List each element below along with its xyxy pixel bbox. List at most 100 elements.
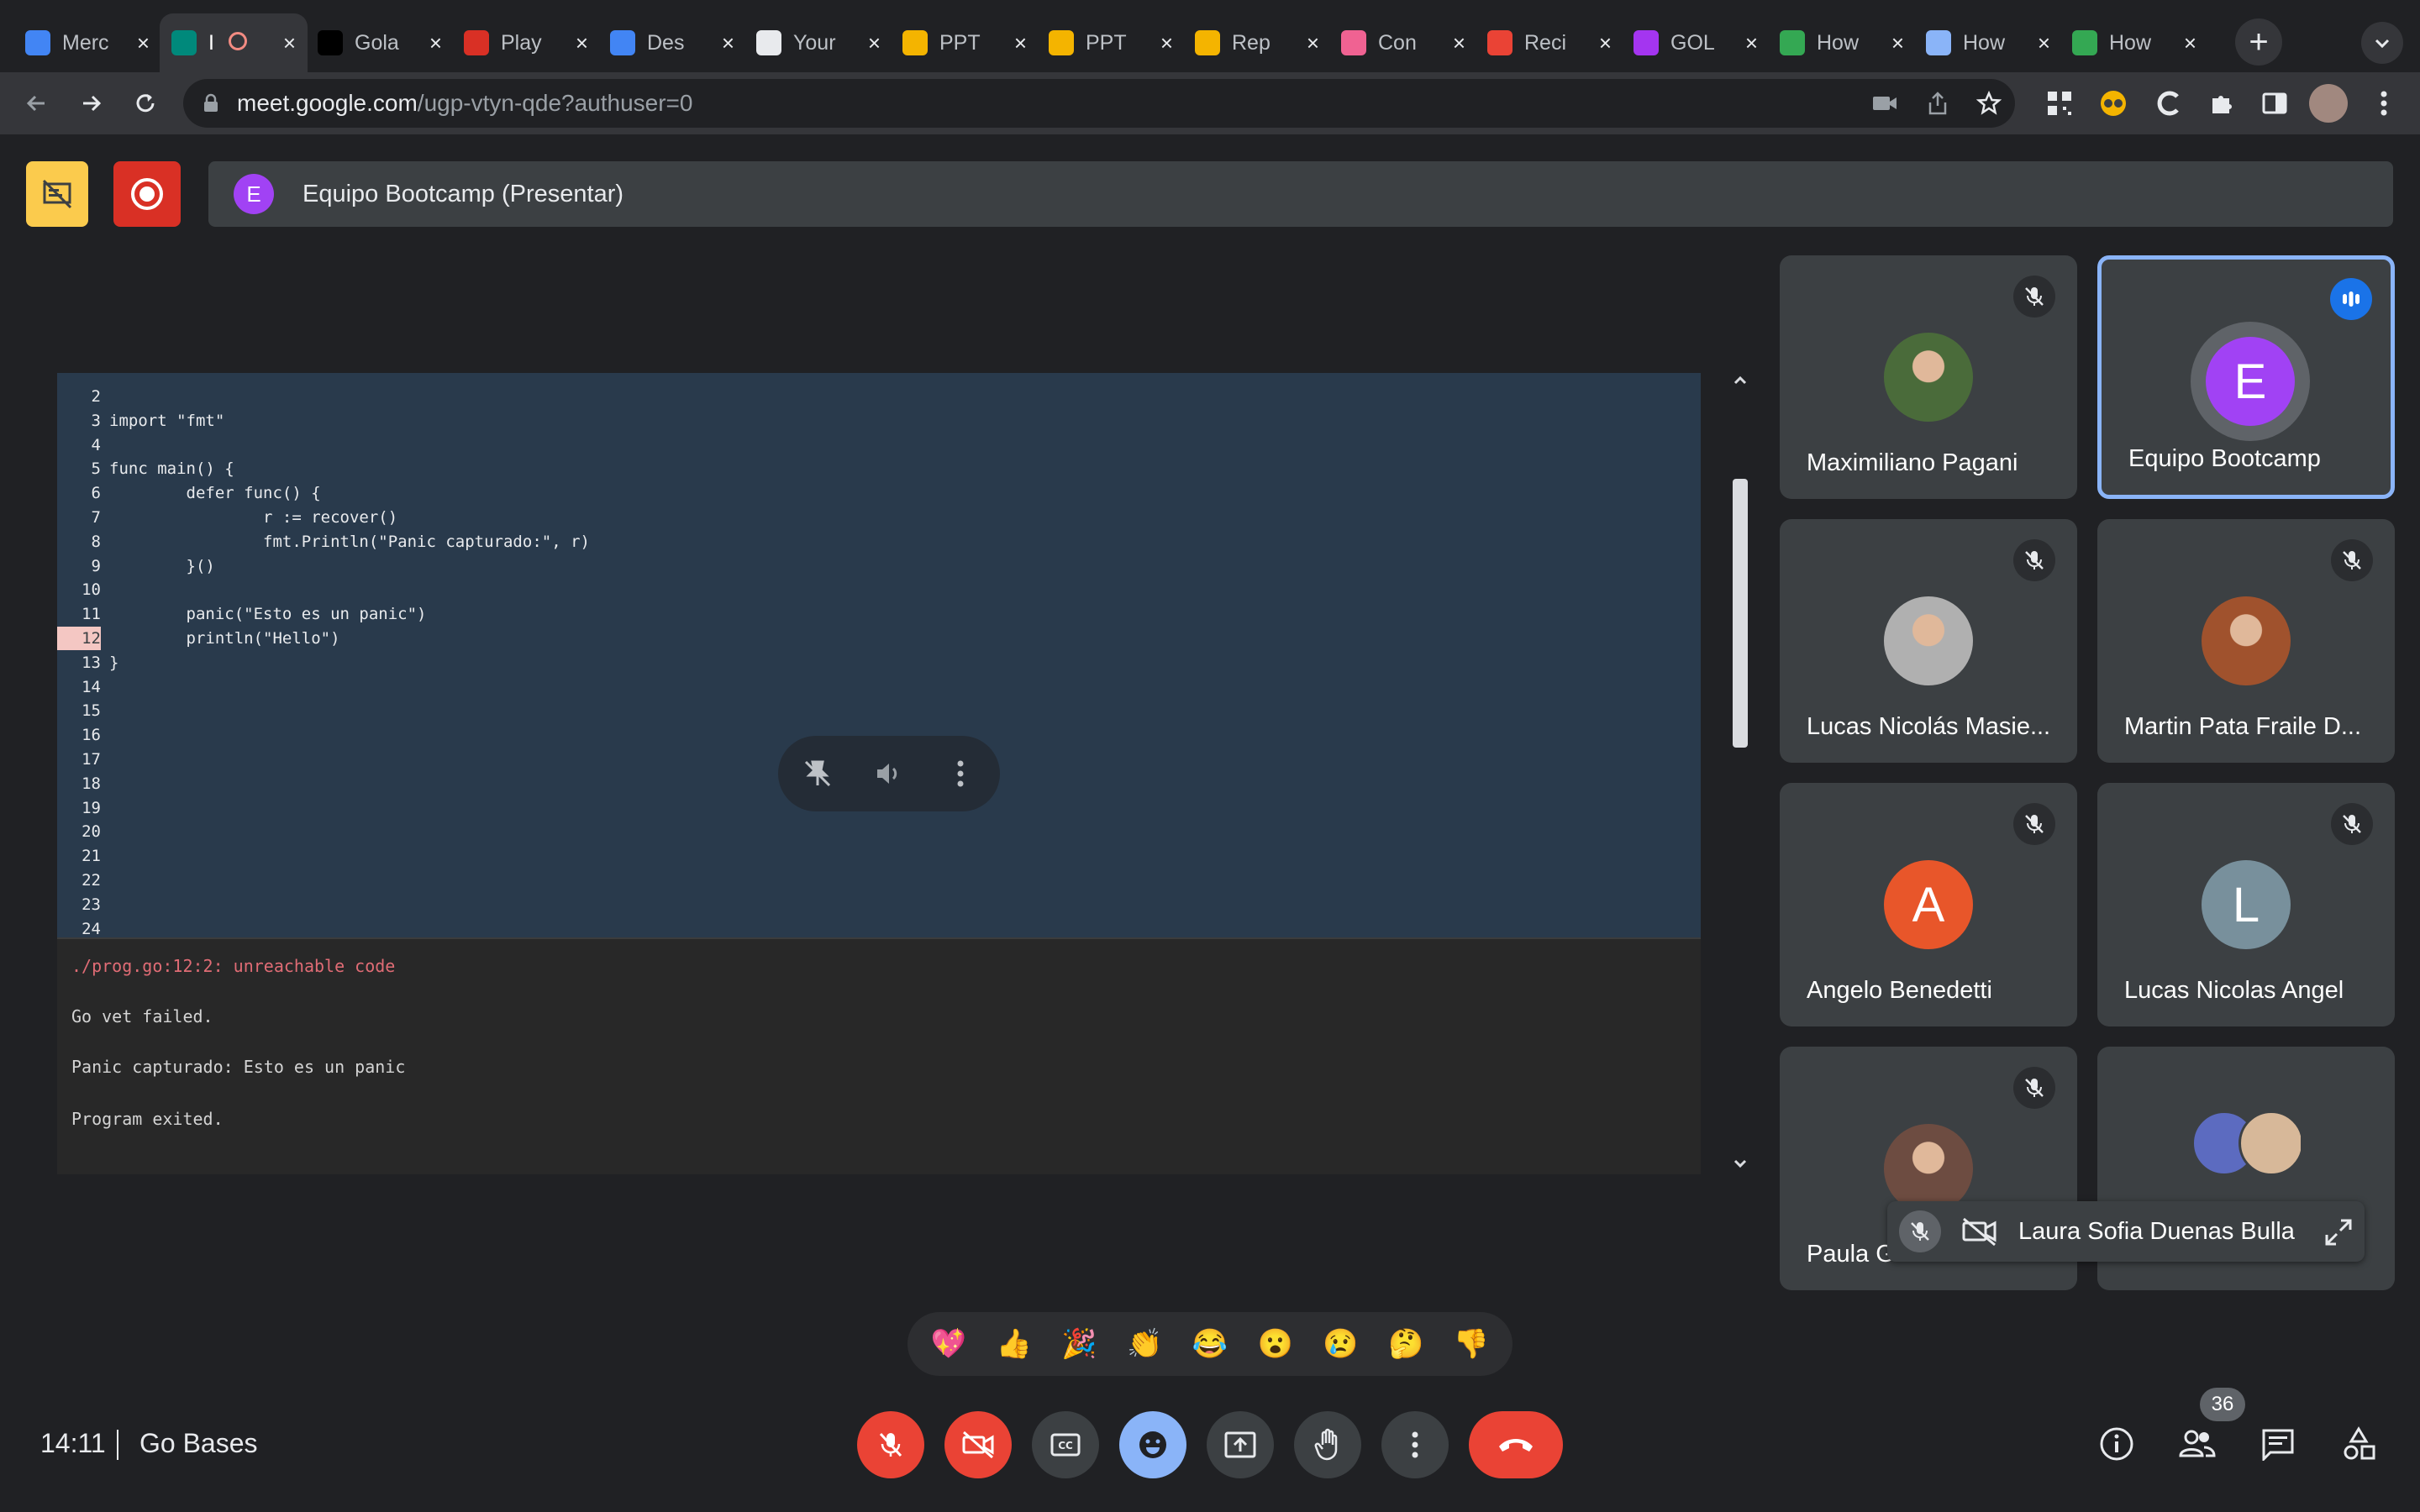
back-button[interactable] xyxy=(17,84,55,123)
browser-tab[interactable]: Play × xyxy=(452,13,600,72)
extension-icon-c[interactable] xyxy=(2153,87,2185,119)
close-icon[interactable]: × xyxy=(1599,30,1612,56)
kebab-menu-icon[interactable] xyxy=(2368,87,2400,119)
more-options-button[interactable] xyxy=(938,751,983,796)
reaction-emoji-button[interactable]: 💖 xyxy=(927,1322,971,1366)
volume-button[interactable] xyxy=(865,751,911,796)
close-icon[interactable]: × xyxy=(1891,30,1904,56)
browser-tab[interactable]: Con × xyxy=(1329,13,1477,72)
expand-icon[interactable] xyxy=(2324,1218,2353,1247)
browser-tab[interactable]: Merc × xyxy=(13,13,161,72)
code-text: r := recover() xyxy=(109,508,398,527)
code-line: 10 xyxy=(57,578,1701,601)
close-icon[interactable]: × xyxy=(1307,30,1319,56)
reaction-emoji-button[interactable]: 🤔 xyxy=(1384,1322,1428,1366)
close-icon[interactable]: × xyxy=(576,30,588,56)
share-icon[interactable] xyxy=(1926,91,1949,116)
reaction-emoji-button[interactable]: 😮 xyxy=(1254,1322,1297,1366)
url-host: meet.google.com xyxy=(237,90,418,116)
presentation-bar: E Equipo Bootcamp (Presentar) xyxy=(208,161,2393,227)
qr-code-icon[interactable] xyxy=(2044,87,2075,119)
people-button[interactable] xyxy=(2176,1423,2218,1465)
browser-tab[interactable]: PPT × xyxy=(891,13,1039,72)
browser-tab[interactable]: Rep × xyxy=(1183,13,1331,72)
more-options-button[interactable] xyxy=(1381,1411,1449,1478)
reaction-emoji-button[interactable]: 🎉 xyxy=(1057,1322,1101,1366)
participant-tile[interactable]: Maximiliano Pagani xyxy=(1780,255,2077,499)
close-icon[interactable]: × xyxy=(1745,30,1758,56)
close-icon[interactable]: × xyxy=(868,30,881,56)
browser-tab[interactable]: Reci × xyxy=(1476,13,1623,72)
scrollbar-thumb[interactable] xyxy=(1733,479,1748,748)
tab-title: Reci xyxy=(1524,30,1567,55)
browser-tab[interactable]: I × xyxy=(160,13,308,72)
recording-indicator-icon xyxy=(229,32,247,50)
side-panel-icon[interactable] xyxy=(2259,87,2291,119)
browser-tab[interactable]: Your × xyxy=(744,13,892,72)
leave-call-button[interactable] xyxy=(1469,1411,1563,1478)
unpin-button[interactable] xyxy=(795,751,840,796)
present-button[interactable] xyxy=(1207,1411,1274,1478)
close-icon[interactable]: × xyxy=(2184,30,2196,56)
participant-tile[interactable]: A Angelo Benedetti xyxy=(1780,783,2077,1026)
extension-icon-glasses[interactable] xyxy=(2097,87,2129,119)
profile-avatar[interactable] xyxy=(2309,84,2348,123)
browser-tab[interactable]: GOL × xyxy=(1622,13,1770,72)
raise-hand-button[interactable] xyxy=(1294,1411,1361,1478)
forward-button[interactable] xyxy=(72,84,111,123)
participant-photo xyxy=(2202,596,2291,685)
close-icon[interactable]: × xyxy=(2038,30,2050,56)
microphone-toggle-button[interactable] xyxy=(857,1411,924,1478)
code-line: 24 xyxy=(57,917,1701,937)
meeting-details-button[interactable] xyxy=(2096,1423,2138,1465)
reaction-emoji-button[interactable]: 👎 xyxy=(1449,1322,1493,1366)
close-icon[interactable]: × xyxy=(283,30,296,56)
code-line: 23 xyxy=(57,893,1701,916)
participant-tile[interactable]: Lucas Nicolás Masie... xyxy=(1780,519,2077,763)
recording-button[interactable] xyxy=(113,161,181,227)
browser-tab[interactable]: How × xyxy=(1768,13,1916,72)
close-icon[interactable]: × xyxy=(1160,30,1173,56)
tab-title: Play xyxy=(501,30,542,55)
tab-search-button[interactable] xyxy=(2361,22,2403,64)
close-icon[interactable]: × xyxy=(429,30,442,56)
reaction-emoji-button[interactable]: 👍 xyxy=(992,1322,1036,1366)
close-icon[interactable]: × xyxy=(1453,30,1465,56)
stop-presenting-button[interactable] xyxy=(26,161,88,227)
browser-tab[interactable]: How × xyxy=(2060,13,2208,72)
camera-toggle-button[interactable] xyxy=(944,1411,1012,1478)
hand-icon xyxy=(1314,1428,1338,1461)
browser-tab[interactable]: PPT × xyxy=(1037,13,1185,72)
participant-tile[interactable]: E Equipo Bootcamp xyxy=(2097,255,2395,499)
new-tab-button[interactable]: + xyxy=(2235,18,2282,66)
browser-tab[interactable]: How × xyxy=(1914,13,2062,72)
kebab-menu-icon xyxy=(1412,1431,1418,1458)
star-icon[interactable] xyxy=(1976,91,2002,116)
svg-text:CC: CC xyxy=(1058,1440,1073,1452)
close-icon[interactable]: × xyxy=(137,30,150,56)
cloud-icon xyxy=(1926,30,1951,55)
address-bar[interactable]: meet.google.com/ugp-vtyn-qde?authuser=0 xyxy=(183,79,2015,128)
close-icon[interactable]: × xyxy=(1014,30,1027,56)
reaction-emoji-button[interactable]: 😢 xyxy=(1318,1322,1362,1366)
activities-button[interactable] xyxy=(2338,1423,2380,1465)
browser-tab[interactable]: Gola × xyxy=(306,13,454,72)
floating-participant-card[interactable]: Laura Sofia Duenas Bulla xyxy=(1887,1201,2365,1262)
captions-button[interactable]: CC xyxy=(1032,1411,1099,1478)
chat-button[interactable] xyxy=(2257,1423,2299,1465)
reactions-bar: 💖 👍 🎉 👏 😂 😮 😢 🤔 👎 xyxy=(908,1312,1512,1376)
puzzle-icon[interactable] xyxy=(2207,87,2238,119)
participant-tile[interactable]: Martin Pata Fraile D... xyxy=(2097,519,2395,763)
reaction-emoji-button[interactable]: 😂 xyxy=(1188,1322,1232,1366)
line-number: 3 xyxy=(91,411,101,430)
participant-tile[interactable]: L Lucas Nicolas Angel xyxy=(2097,783,2395,1026)
camera-icon[interactable] xyxy=(1872,92,1897,114)
browser-tab[interactable]: Des × xyxy=(598,13,746,72)
reactions-button[interactable] xyxy=(1119,1411,1186,1478)
code-line: 7 r := recover() xyxy=(57,506,1701,529)
reload-button[interactable] xyxy=(126,84,165,123)
close-icon[interactable]: × xyxy=(722,30,734,56)
reaction-emoji-button[interactable]: 👏 xyxy=(1123,1322,1166,1366)
tab-title: Con xyxy=(1378,30,1417,55)
meeting-name: Go Bases xyxy=(139,1428,258,1458)
